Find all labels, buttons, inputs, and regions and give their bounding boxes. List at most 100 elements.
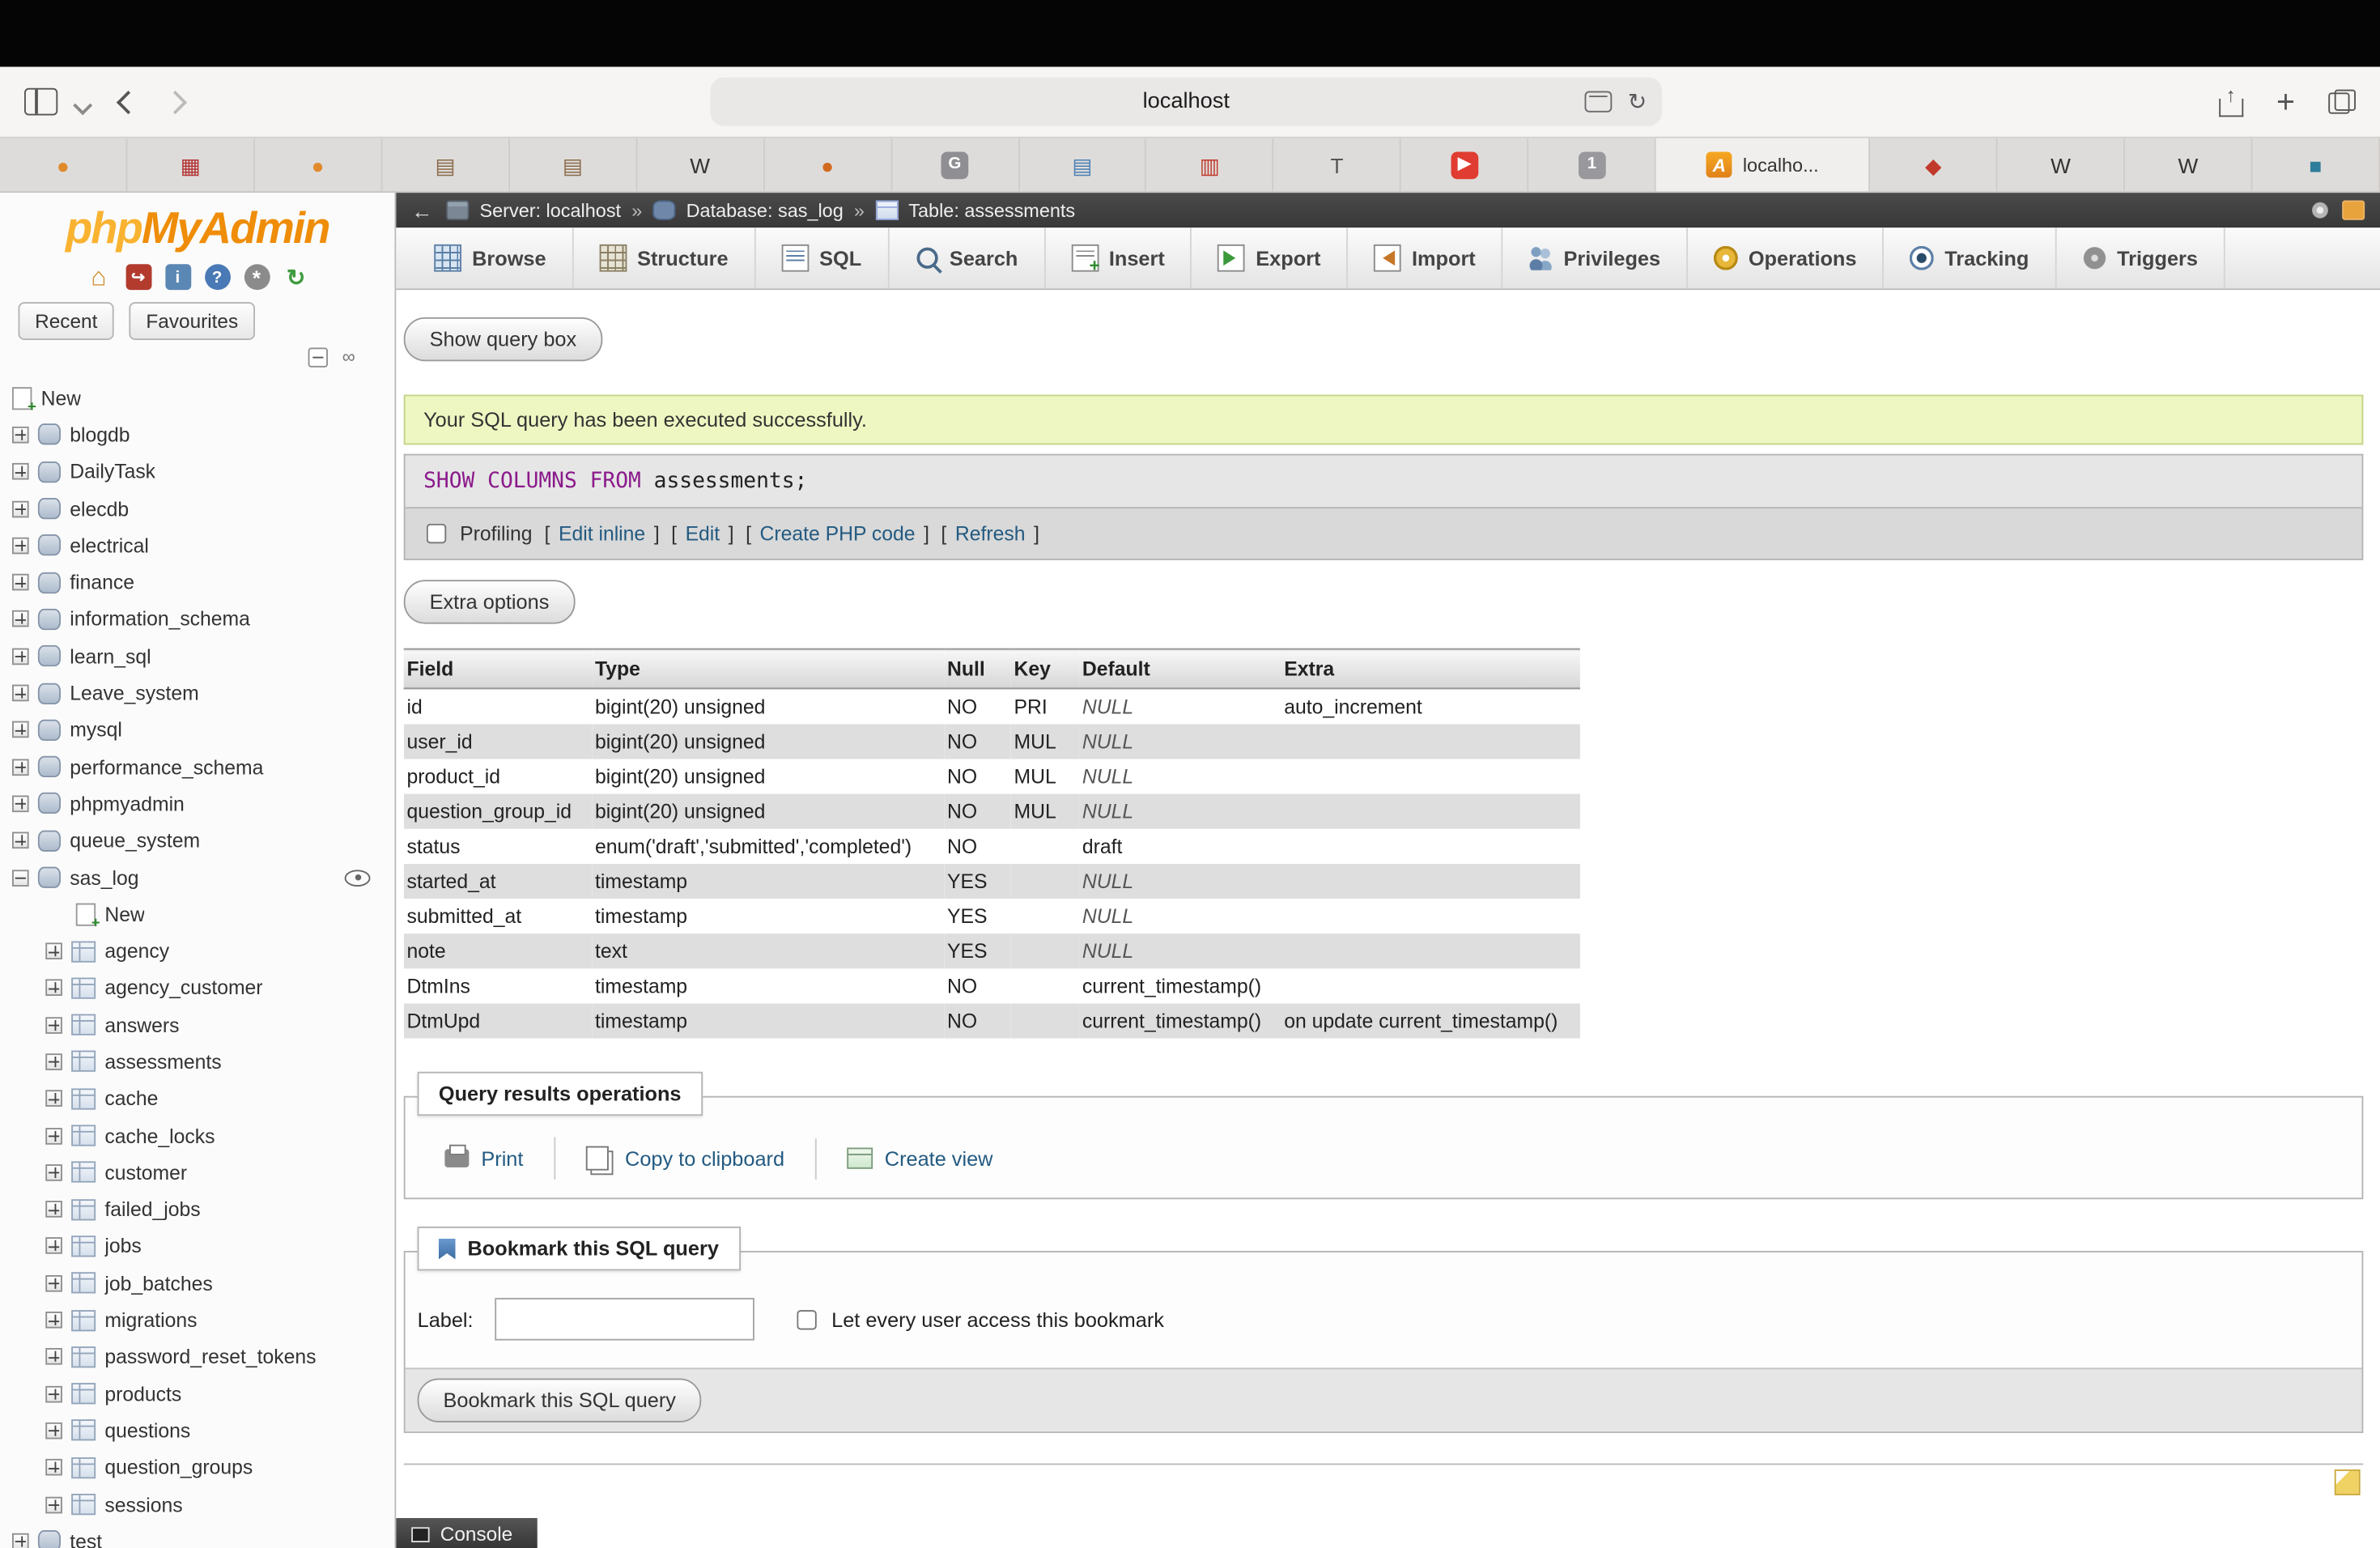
- tree-item-password_reset_tokens[interactable]: password_reset_tokens: [12, 1338, 395, 1376]
- tab-operations[interactable]: Operations: [1688, 228, 1884, 288]
- bookmark-access-checkbox[interactable]: [797, 1309, 816, 1329]
- tree-item-failed_jobs[interactable]: failed_jobs: [12, 1191, 395, 1228]
- tree-item-mysql[interactable]: mysql: [12, 712, 395, 749]
- chevron-down-icon[interactable]: [73, 95, 92, 114]
- unlink-panel-icon[interactable]: ∞: [342, 347, 355, 368]
- expand-icon[interactable]: [12, 1533, 29, 1548]
- expand-icon[interactable]: [12, 427, 29, 444]
- tab-structure[interactable]: Structure: [573, 228, 755, 288]
- table-row[interactable]: DtmUpdtimestampNOcurrent_timestamp()on u…: [404, 1003, 1580, 1038]
- browser-tab[interactable]: ▥: [1146, 138, 1273, 192]
- expand-icon[interactable]: [12, 759, 29, 776]
- print-button[interactable]: Print: [414, 1138, 554, 1179]
- tree-item-dailytask[interactable]: DailyTask: [12, 453, 395, 491]
- collapse-all-icon[interactable]: [308, 347, 328, 366]
- favourites-button[interactable]: Favourites: [130, 302, 255, 340]
- sidebar-toggle-icon[interactable]: [24, 88, 57, 116]
- tree-item-queue_system[interactable]: queue_system: [12, 822, 395, 859]
- tree-item-new[interactable]: New: [12, 380, 395, 417]
- tree-item-products[interactable]: products: [12, 1376, 395, 1413]
- tab-triggers[interactable]: Triggers: [2056, 228, 2225, 288]
- expand-icon[interactable]: [12, 463, 29, 480]
- expand-icon[interactable]: [12, 832, 29, 849]
- active-browser-tab[interactable]: Alocalho...: [1656, 138, 1870, 192]
- tree-item-information_schema[interactable]: information_schema: [12, 601, 395, 638]
- tree-item-cache[interactable]: cache: [12, 1080, 395, 1117]
- expand-icon[interactable]: [45, 1423, 62, 1440]
- table-row[interactable]: started_attimestampYESNULL: [404, 864, 1580, 899]
- browser-tab[interactable]: W: [2125, 138, 2252, 192]
- new-tab-icon[interactable]: +: [2276, 86, 2295, 117]
- browser-tab[interactable]: ●: [764, 138, 891, 192]
- table-row[interactable]: submitted_attimestampYESNULL: [404, 899, 1580, 933]
- tree-item-test[interactable]: test: [12, 1523, 395, 1548]
- share-icon[interactable]: [2219, 87, 2243, 117]
- browser-tab[interactable]: G: [892, 138, 1019, 192]
- expand-icon[interactable]: [45, 1312, 62, 1329]
- browser-tab[interactable]: ▦: [127, 138, 254, 192]
- tree-item-sessions[interactable]: sessions: [12, 1486, 395, 1523]
- expand-icon[interactable]: [12, 500, 29, 517]
- tree-item-new[interactable]: New: [12, 896, 395, 933]
- eye-icon[interactable]: [345, 869, 371, 886]
- tab-browse[interactable]: Browse: [408, 228, 573, 288]
- tree-item-finance[interactable]: finance: [12, 564, 395, 602]
- expand-icon[interactable]: [45, 1459, 62, 1476]
- tab-import[interactable]: Import: [1348, 228, 1502, 288]
- back-icon[interactable]: [117, 90, 140, 113]
- expand-icon[interactable]: [45, 980, 62, 997]
- tab-overview-icon[interactable]: [2328, 90, 2356, 114]
- expand-icon[interactable]: [45, 943, 62, 960]
- tab-privileges[interactable]: Privileges: [1502, 228, 1687, 288]
- logout-icon[interactable]: ↪: [125, 264, 151, 290]
- browser-tab[interactable]: W: [1998, 138, 2125, 192]
- breadcrumb-database[interactable]: Database: sas_log: [686, 200, 844, 221]
- tab-sql[interactable]: SQL: [755, 228, 889, 288]
- tree-item-leave_system[interactable]: Leave_system: [12, 674, 395, 712]
- tree-item-answers[interactable]: answers: [12, 1006, 395, 1044]
- breadcrumb-back-icon[interactable]: ←: [411, 198, 432, 223]
- refresh-icon[interactable]: ↻: [1628, 91, 1647, 113]
- bookmark-label-input[interactable]: [495, 1298, 754, 1341]
- expand-icon[interactable]: [45, 1091, 62, 1108]
- expand-icon[interactable]: [12, 574, 29, 591]
- recent-button[interactable]: Recent: [19, 302, 115, 340]
- tree-item-job_batches[interactable]: job_batches: [12, 1265, 395, 1302]
- tree-item-sas_log[interactable]: sas_log: [12, 859, 395, 896]
- expand-icon[interactable]: [45, 1238, 62, 1255]
- expand-icon[interactable]: [12, 648, 29, 665]
- browser-tab[interactable]: ●: [255, 138, 382, 192]
- info-icon[interactable]: i: [164, 264, 190, 290]
- url-bar[interactable]: localhost ↻: [711, 78, 1663, 126]
- expand-icon[interactable]: [45, 1201, 62, 1218]
- forward-icon[interactable]: [164, 90, 187, 113]
- breadcrumb-table[interactable]: Table: assessments: [908, 200, 1075, 221]
- home-icon[interactable]: ⌂: [86, 264, 112, 290]
- reload-navigation-icon[interactable]: ↻: [283, 264, 309, 290]
- browser-tab[interactable]: ▤: [1019, 138, 1146, 192]
- tree-item-electrical[interactable]: electrical: [12, 527, 395, 564]
- profiling-link-edit-inline[interactable]: Edit inline: [559, 522, 645, 545]
- tree-item-question_groups[interactable]: question_groups: [12, 1449, 395, 1486]
- table-row[interactable]: notetextYESNULL: [404, 933, 1580, 968]
- browser-tab[interactable]: ◆: [1870, 138, 1997, 192]
- expand-icon[interactable]: [45, 1017, 62, 1034]
- tree-item-agency_customer[interactable]: agency_customer: [12, 970, 395, 1007]
- tree-item-questions[interactable]: questions: [12, 1412, 395, 1449]
- table-row[interactable]: DtmInstimestampNOcurrent_timestamp(): [404, 968, 1580, 1003]
- tree-item-assessments[interactable]: assessments: [12, 1044, 395, 1081]
- table-row[interactable]: user_idbigint(20) unsignedNOMULNULL: [404, 724, 1580, 759]
- expand-icon[interactable]: [45, 1385, 62, 1402]
- profiling-checkbox[interactable]: [427, 524, 446, 543]
- expand-icon[interactable]: [12, 721, 29, 738]
- collapse-icon[interactable]: [12, 869, 29, 886]
- expand-icon[interactable]: [45, 1164, 62, 1181]
- tree-item-customer[interactable]: customer: [12, 1154, 395, 1191]
- tab-tracking[interactable]: Tracking: [1884, 228, 2056, 288]
- browser-tab[interactable]: 1: [1529, 138, 1656, 192]
- settings-icon[interactable]: *: [244, 264, 270, 290]
- browser-tab[interactable]: W: [637, 138, 764, 192]
- expand-icon[interactable]: [12, 685, 29, 702]
- table-row[interactable]: idbigint(20) unsignedNOPRINULLauto_incre…: [404, 688, 1580, 724]
- expand-icon[interactable]: [12, 795, 29, 812]
